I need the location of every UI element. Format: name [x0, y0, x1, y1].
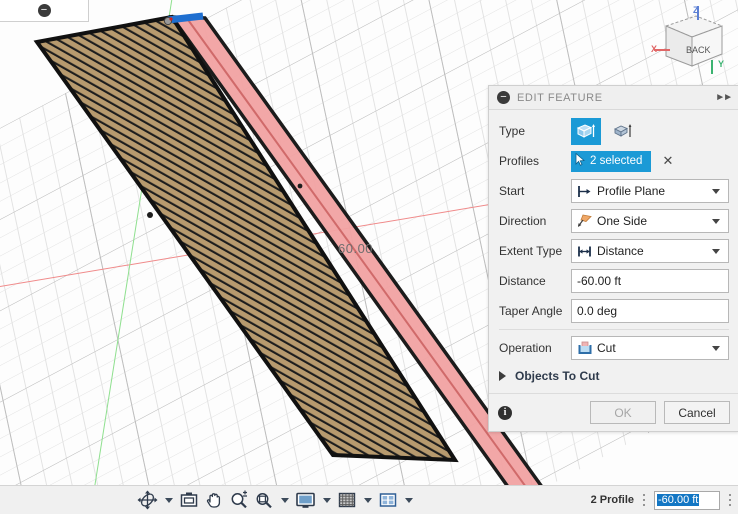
distance-quick-value: -60.00 ft: [657, 494, 700, 506]
view-cube-axis-y: Y: [717, 59, 724, 69]
objects-to-cut-expander[interactable]: Objects To Cut: [489, 363, 738, 389]
distance-input[interactable]: -60.00 ft: [571, 269, 729, 293]
grid-and-snaps[interactable]: [336, 488, 358, 512]
cancel-button[interactable]: Cancel: [664, 401, 730, 424]
look-at-tool[interactable]: [178, 488, 200, 512]
type-label: Type: [499, 124, 526, 138]
collapse-minus-icon[interactable]: −: [497, 91, 510, 104]
display-settings-caret[interactable]: [323, 497, 331, 503]
operation-label: Operation: [499, 341, 552, 355]
chevron-down-icon[interactable]: [712, 248, 720, 254]
direction-dropdown[interactable]: One Side: [571, 209, 729, 233]
clear-x-icon[interactable]: ✕: [662, 153, 673, 169]
operation-value: Cut: [597, 341, 616, 355]
direction-label: Direction: [499, 214, 547, 228]
chevron-down-icon[interactable]: [712, 188, 720, 194]
view-cube-axis-z: Z: [693, 5, 699, 15]
grid-and-snaps-caret[interactable]: [364, 497, 372, 503]
distance-extent-icon: [576, 245, 593, 258]
distance-quick-input[interactable]: -60.00 ft: [654, 490, 720, 510]
direction-arrow-icon: [576, 214, 593, 228]
status-grip-left[interactable]: [640, 494, 648, 506]
manipulator-origin-dot: [169, 17, 173, 21]
look-at-icon: [180, 492, 198, 507]
profile-count-label: 2 Profile: [590, 494, 634, 506]
ok-button[interactable]: OK: [590, 401, 656, 424]
viewports-icon: [379, 493, 397, 507]
pan-hand-icon: [206, 493, 221, 508]
viewport-layout[interactable]: [377, 488, 399, 512]
orbit-tool[interactable]: [136, 488, 159, 512]
selected-edge-highlight[interactable]: [167, 12, 204, 24]
fit-tool[interactable]: [253, 488, 275, 512]
dimension-label[interactable]: 60.00: [338, 241, 373, 256]
view-cube[interactable]: BACK X Y Z: [646, 4, 730, 84]
objects-to-cut-label: Objects To Cut: [515, 369, 600, 383]
start-value: Profile Plane: [597, 184, 666, 198]
status-grip-right[interactable]: [726, 494, 734, 506]
row-extent-type: Extent Type Distance: [489, 236, 738, 266]
zoom-fit-icon: [256, 493, 272, 509]
row-start: Start Profile Plane: [489, 176, 738, 206]
chevron-down-icon[interactable]: [712, 218, 720, 224]
distance-label: Distance: [499, 274, 546, 288]
start-dropdown[interactable]: Profile Plane: [571, 179, 729, 203]
view-cube-axis-x: X: [651, 44, 658, 54]
extrude-surface-icon[interactable]: [608, 118, 638, 145]
navigation-tools: [136, 488, 415, 512]
dialog-divider: [499, 329, 729, 330]
orbit-icon: [137, 490, 158, 510]
display-settings[interactable]: [294, 488, 317, 512]
edit-feature-dialog[interactable]: − EDIT FEATURE ►► Type Profiles 2 select…: [488, 85, 738, 432]
row-direction: Direction One Side: [489, 206, 738, 236]
extrude-profile-icon[interactable]: [571, 117, 601, 145]
dialog-header[interactable]: − EDIT FEATURE ►►: [489, 86, 738, 110]
row-operation: Operation Cut: [489, 333, 738, 363]
extent-type-value: Distance: [597, 244, 644, 258]
direction-value: One Side: [597, 214, 648, 228]
dialog-footer: i OK Cancel: [489, 393, 738, 431]
row-profiles: Profiles 2 selected ✕: [489, 146, 738, 176]
bottom-toolbar: 2 Profile -60.00 ft: [0, 485, 738, 514]
start-plane-icon: [576, 185, 593, 198]
double-chevron-right-icon[interactable]: ►►: [715, 92, 733, 103]
viewport-layout-caret[interactable]: [405, 497, 413, 503]
profiles-chip-text: 2 selected: [590, 155, 643, 167]
taper-angle-input[interactable]: 0.0 deg: [571, 299, 729, 323]
cut-operation-icon: [576, 341, 593, 355]
chevron-down-icon[interactable]: [712, 345, 720, 351]
zoom-tool[interactable]: [228, 488, 250, 512]
extent-type-label: Extent Type: [499, 244, 563, 258]
start-label: Start: [499, 184, 525, 198]
collapse-minus-icon[interactable]: −: [37, 4, 51, 17]
zoom-plusminus-icon: [231, 490, 247, 509]
profiles-selection-chip[interactable]: 2 selected: [571, 150, 652, 172]
edge-vertex-marker: [297, 183, 303, 189]
fit-dropdown-caret[interactable]: [281, 497, 289, 503]
view-cube-face-label: BACK: [686, 45, 711, 55]
row-type: Type: [489, 116, 738, 146]
operation-dropdown[interactable]: Cut: [571, 336, 729, 360]
pan-tool[interactable]: [203, 488, 225, 512]
orbit-dropdown-caret[interactable]: [165, 497, 173, 503]
expander-triangle-icon: [499, 371, 506, 381]
view-cube-box: [664, 15, 724, 67]
taper-angle-label: Taper Angle: [499, 304, 563, 318]
profiles-label: Profiles: [499, 154, 540, 168]
extent-type-dropdown[interactable]: Distance: [571, 239, 729, 263]
dialog-body: Type Profiles 2 selected ✕ Start Profile…: [489, 110, 738, 393]
browser-collapse-tab[interactable]: −: [0, 0, 89, 22]
info-icon[interactable]: i: [498, 405, 512, 420]
select-cursor-icon: [575, 152, 586, 169]
row-distance: Distance -60.00 ft: [489, 266, 738, 296]
status-area: 2 Profile -60.00 ft: [591, 486, 734, 514]
dialog-title: EDIT FEATURE: [517, 91, 603, 104]
grid-icon: [338, 492, 356, 508]
edge-vertex-marker: [147, 212, 153, 218]
row-taper-angle: Taper Angle 0.0 deg: [489, 296, 738, 326]
monitor-icon: [296, 492, 315, 508]
